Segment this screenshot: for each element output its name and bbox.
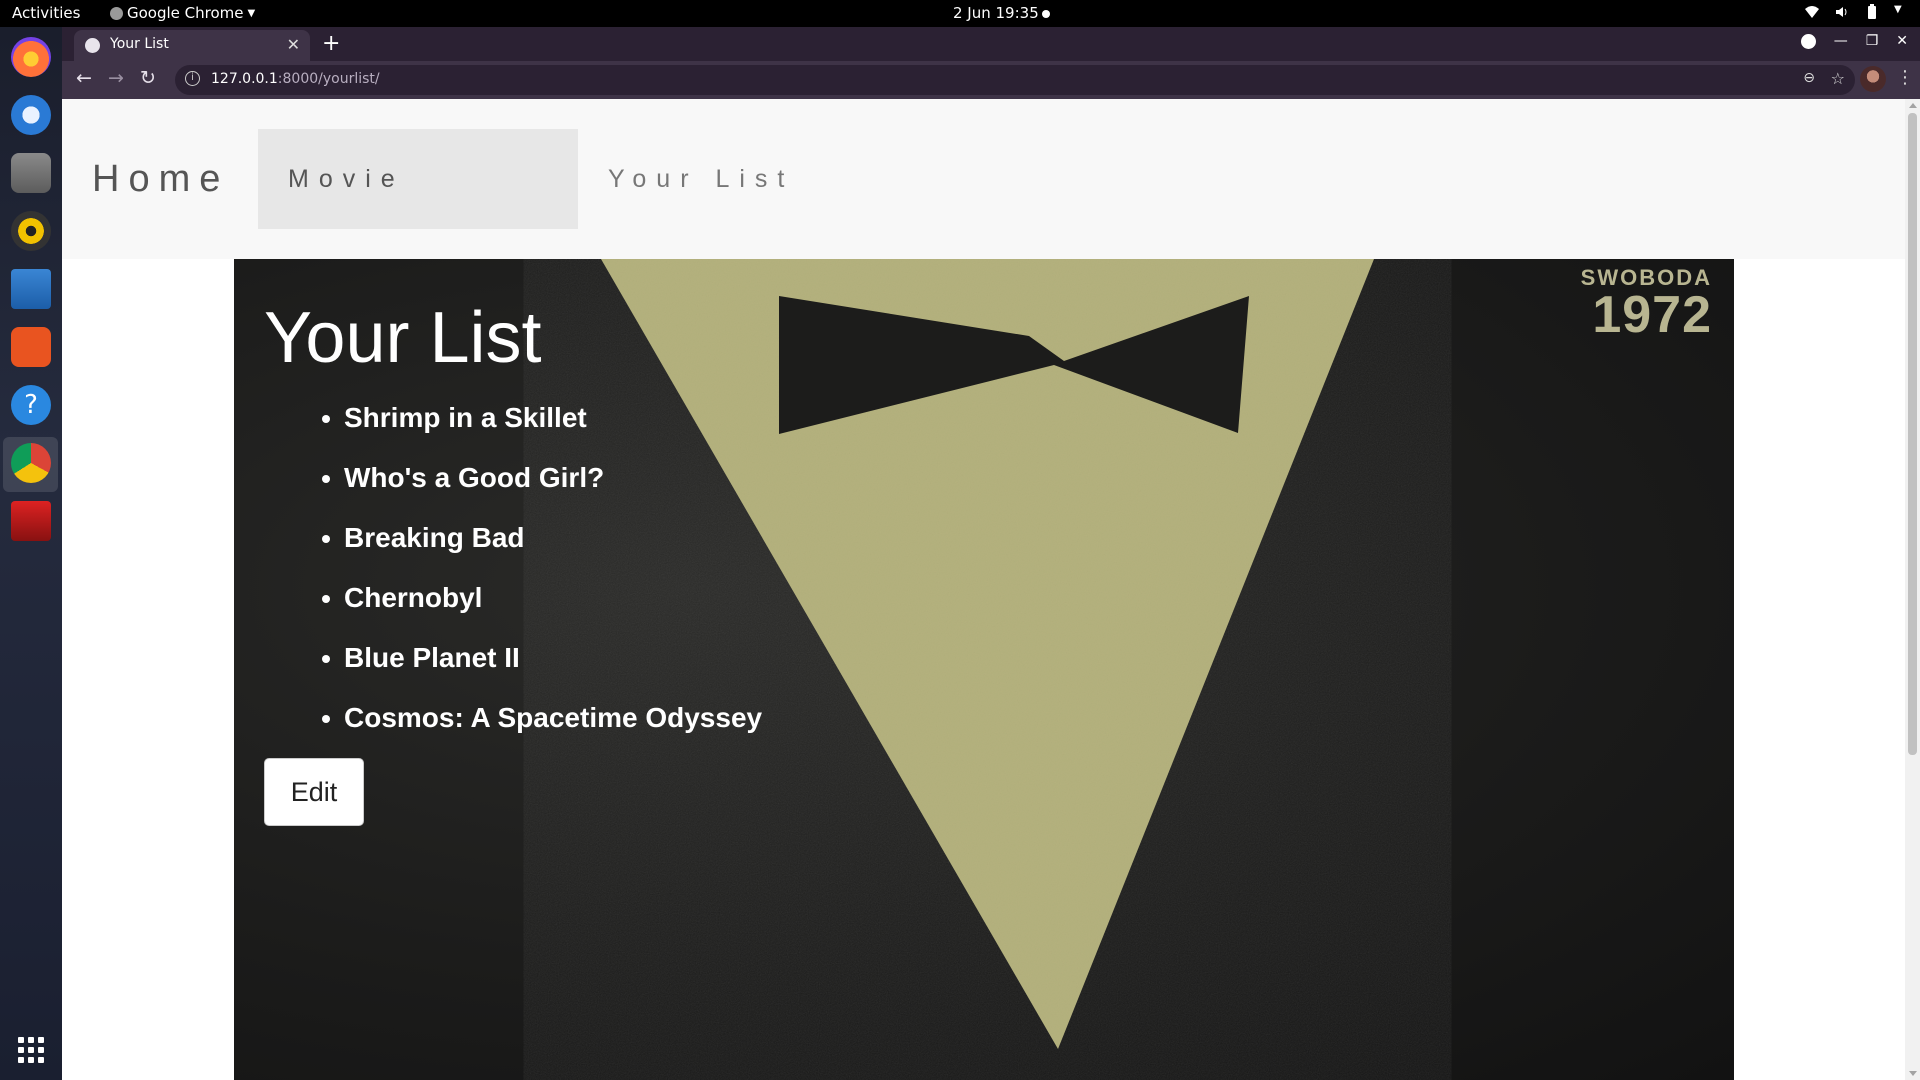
writer-icon[interactable] bbox=[11, 269, 51, 309]
url-text[interactable]: 127.0.0.1:8000/yourlist/ bbox=[211, 71, 380, 87]
window-controls: — ❐ ✕ bbox=[1800, 33, 1908, 49]
tab-strip: Your List ✕ + — ❐ ✕ bbox=[62, 27, 1920, 61]
site-navbar: Home Movie Series Your List bbox=[62, 99, 1905, 293]
battery-icon bbox=[1864, 4, 1880, 20]
nav-home-link[interactable]: Home bbox=[62, 129, 259, 229]
volume-icon bbox=[1834, 4, 1850, 20]
app-menu[interactable]: Google Chrome ▼ bbox=[110, 4, 255, 22]
files-icon[interactable] bbox=[11, 153, 51, 193]
new-tab-button[interactable]: + bbox=[322, 31, 340, 56]
forward-arrow-icon[interactable]: → bbox=[108, 67, 124, 89]
back-arrow-icon[interactable]: ← bbox=[76, 67, 92, 89]
chrome-small-icon bbox=[110, 6, 123, 20]
scroll-up-icon[interactable] bbox=[1909, 103, 1917, 108]
tab-your-list[interactable]: Your List ✕ bbox=[74, 30, 310, 61]
site-info-icon[interactable]: i bbox=[185, 71, 200, 86]
software-center-icon[interactable] bbox=[11, 327, 51, 367]
your-list: Shrimp in a Skillet Who's a Good Girl? B… bbox=[321, 399, 762, 759]
system-top-bar: Activities Google Chrome ▼ 2 Jun 19:35 ▼ bbox=[0, 0, 1920, 27]
system-tray[interactable]: ▼ bbox=[1804, 4, 1910, 20]
reload-icon[interactable]: ↻ bbox=[140, 67, 156, 89]
browser-chrome: Your List ✕ + — ❐ ✕ ← → ↻ i 127.0.0.1:80… bbox=[62, 27, 1920, 99]
bookmark-star-icon[interactable]: ☆ bbox=[1831, 69, 1845, 88]
tab-search-icon[interactable] bbox=[1800, 33, 1816, 49]
close-tab-icon[interactable]: ✕ bbox=[287, 35, 300, 54]
address-bar[interactable]: i 127.0.0.1:8000/yourlist/ ⊖ ☆ bbox=[175, 65, 1855, 95]
scrollbar-thumb[interactable] bbox=[1908, 113, 1917, 755]
page-scrollbar[interactable] bbox=[1905, 99, 1920, 1080]
thunderbird-icon[interactable] bbox=[11, 95, 51, 135]
chevron-down-icon: ▼ bbox=[247, 7, 256, 19]
list-item: Blue Planet II bbox=[321, 639, 762, 699]
page-title: Your List bbox=[264, 298, 542, 378]
wifi-icon bbox=[1804, 4, 1820, 20]
rhythmbox-icon[interactable] bbox=[11, 211, 51, 251]
page-viewport: Home Movie Series Your List SWOBODA 1972… bbox=[62, 99, 1920, 1080]
app-icon[interactable] bbox=[11, 501, 51, 541]
firefox-icon[interactable] bbox=[11, 37, 51, 77]
list-item: Who's a Good Girl? bbox=[321, 459, 762, 519]
tab-title: Your List bbox=[110, 36, 169, 52]
list-item: Chernobyl bbox=[321, 579, 762, 639]
dock: ? bbox=[0, 27, 62, 1080]
background-poster: SWOBODA 1972 Your List Shrimp in a Skill… bbox=[234, 259, 1734, 1080]
minimize-icon[interactable]: — bbox=[1834, 33, 1848, 49]
list-item: Cosmos: A Spacetime Odyssey bbox=[321, 699, 762, 759]
list-item: Shrimp in a Skillet bbox=[321, 399, 762, 459]
notification-dot-icon bbox=[1042, 10, 1050, 18]
globe-icon bbox=[85, 38, 100, 53]
poster-brand: SWOBODA 1972 bbox=[1581, 265, 1712, 344]
zoom-icon[interactable]: ⊖ bbox=[1803, 70, 1815, 86]
nav-your-list-link[interactable]: Your List bbox=[578, 129, 824, 229]
close-window-icon[interactable]: ✕ bbox=[1896, 33, 1908, 49]
browser-toolbar: ← → ↻ i 127.0.0.1:8000/yourlist/ ⊖ ☆ ⋮ bbox=[62, 61, 1920, 99]
app-menu-label: Google Chrome bbox=[127, 4, 244, 22]
help-icon[interactable]: ? bbox=[11, 385, 51, 425]
profile-avatar[interactable] bbox=[1860, 66, 1886, 92]
list-item: Breaking Bad bbox=[321, 519, 762, 579]
clock[interactable]: 2 Jun 19:35 bbox=[953, 4, 1039, 22]
nav-movie-series-link[interactable]: Movie Series bbox=[258, 129, 578, 293]
restore-icon[interactable]: ❐ bbox=[1866, 33, 1879, 49]
activities-button[interactable]: Activities bbox=[12, 4, 80, 22]
browser-menu-icon[interactable]: ⋮ bbox=[1896, 67, 1914, 88]
edit-button[interactable]: Edit bbox=[264, 758, 364, 826]
chrome-icon[interactable] bbox=[11, 443, 51, 483]
system-menu-chevron-icon: ▼ bbox=[1894, 4, 1902, 15]
scroll-down-icon[interactable] bbox=[1909, 1071, 1917, 1076]
show-applications-icon[interactable] bbox=[18, 1037, 44, 1063]
poster-brand-year: 1972 bbox=[1592, 286, 1712, 344]
